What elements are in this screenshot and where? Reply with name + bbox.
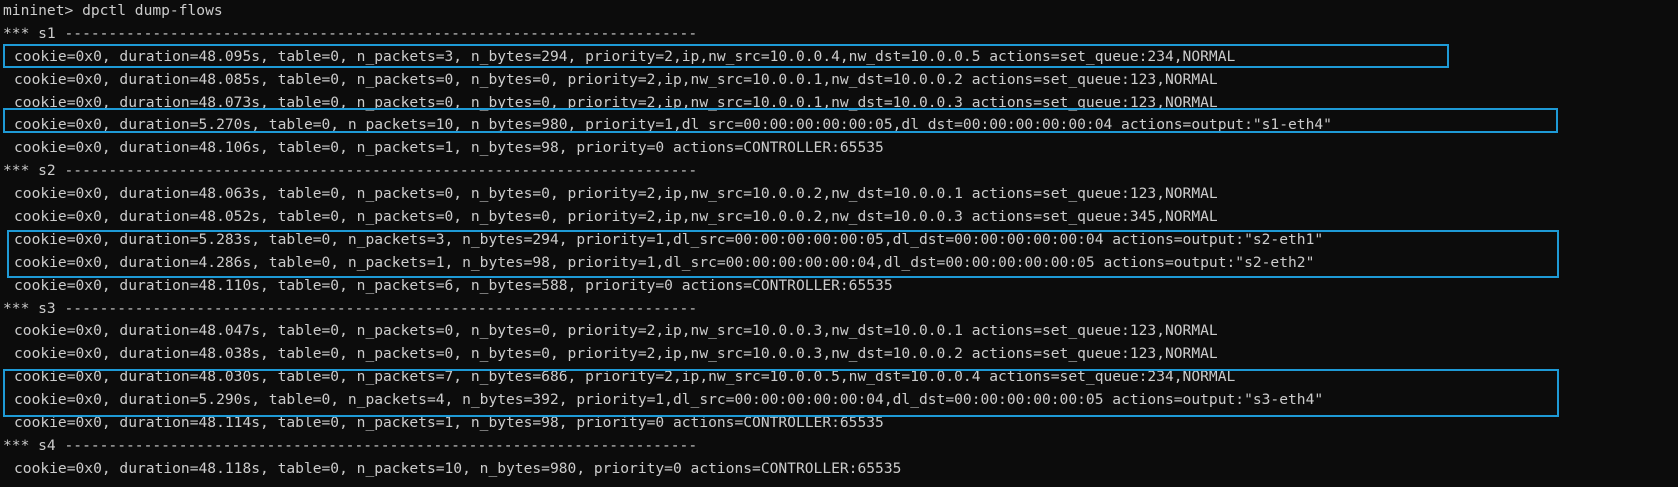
flow-entry: cookie=0x0, duration=5.283s, table=0, n_… (14, 230, 1324, 248)
flow-entry: cookie=0x0, duration=5.290s, table=0, n_… (14, 391, 1324, 409)
flow-entry: cookie=0x0, duration=48.038s, table=0, n… (14, 345, 1218, 363)
flow-entry: cookie=0x0, duration=48.106s, table=0, n… (14, 139, 884, 157)
flow-entry: cookie=0x0, duration=48.114s, table=0, n… (14, 414, 884, 432)
flow-entry: cookie=0x0, duration=48.052s, table=0, n… (14, 208, 1218, 226)
flow-entry: cookie=0x0, duration=48.063s, table=0, n… (14, 185, 1218, 203)
terminal-window[interactable]: mininet> dpctl dump-flows *** s1 -------… (0, 0, 1678, 487)
flow-entry: cookie=0x0, duration=48.073s, table=0, n… (14, 93, 1218, 111)
flow-entry: cookie=0x0, duration=48.047s, table=0, n… (14, 322, 1218, 340)
flow-entry: cookie=0x0, duration=48.095s, table=0, n… (14, 47, 1236, 65)
flow-entry: cookie=0x0, duration=4.286s, table=0, n_… (14, 253, 1315, 271)
switch-header-s4: *** s4 ---------------------------------… (3, 436, 698, 454)
command-prompt-line: mininet> dpctl dump-flows (3, 2, 223, 19)
flow-entry: cookie=0x0, duration=48.110s, table=0, n… (14, 276, 893, 294)
flow-entry: cookie=0x0, duration=5.270s, table=0, n_… (14, 116, 1332, 134)
switch-header-s3: *** s3 ---------------------------------… (3, 299, 698, 317)
switch-header-s1: *** s1 ---------------------------------… (3, 24, 698, 42)
flow-entry: cookie=0x0, duration=48.030s, table=0, n… (14, 368, 1236, 386)
flow-entry: cookie=0x0, duration=48.118s, table=0, n… (14, 459, 902, 477)
switch-header-s2: *** s2 ---------------------------------… (3, 162, 698, 180)
flow-entry: cookie=0x0, duration=48.085s, table=0, n… (14, 70, 1218, 88)
